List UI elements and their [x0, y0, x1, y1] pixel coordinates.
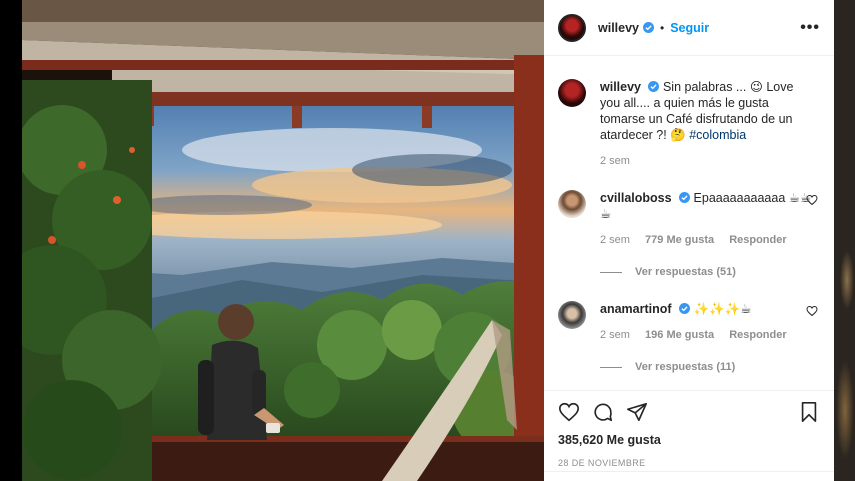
comment-username[interactable]: cvillaloboss — [600, 191, 672, 205]
comment-item: cvillaloboss Epaaaaaaaaaaa ☕☕☕ 2 sem 779… — [558, 190, 820, 278]
comment-time[interactable]: 2 sem — [600, 234, 630, 246]
avatar[interactable] — [558, 13, 586, 42]
post-panel: willevy • Seguir ••• willevy Sin palabra… — [544, 0, 834, 481]
caption-text: willevy Sin palabras ... 😉 Love you all.… — [600, 79, 814, 143]
comment-icon[interactable] — [592, 401, 614, 423]
heart-icon[interactable] — [806, 305, 818, 317]
comment-likes[interactable]: 779 Me gusta — [645, 234, 714, 246]
post-header: willevy • Seguir ••• — [544, 0, 834, 56]
photo-artwork — [22, 0, 544, 481]
reply-button[interactable]: Responder — [729, 234, 786, 246]
separator-dot: • — [660, 20, 665, 35]
comment-time[interactable]: 2 sem — [600, 329, 630, 341]
comment-text: cvillaloboss Epaaaaaaaaaaa ☕☕☕ — [600, 190, 814, 222]
avatar[interactable] — [558, 79, 586, 107]
post-username[interactable]: willevy — [598, 21, 639, 35]
heart-icon[interactable] — [558, 401, 580, 423]
comment-item: anamartinof ✨✨✨☕ 2 sem 196 Me gusta Resp… — [558, 301, 820, 373]
comment-meta: 2 sem 196 Me gusta Responder — [600, 329, 814, 341]
divider — [600, 366, 622, 368]
verified-icon — [643, 22, 654, 33]
view-replies-label: Ver respuestas (11) — [635, 361, 736, 373]
left-bar — [0, 0, 22, 481]
add-comment-area — [544, 471, 834, 481]
more-icon[interactable]: ••• — [800, 19, 820, 37]
hashtag-link[interactable]: #colombia — [689, 128, 746, 142]
likes-count[interactable]: 385,620 Me gusta — [558, 433, 820, 447]
view-replies-button[interactable]: Ver respuestas (51) — [600, 266, 814, 278]
verified-icon — [679, 303, 691, 314]
post-footer: 385,620 Me gusta 28 DE NOVIEMBRE — [544, 390, 834, 481]
heart-icon[interactable] — [806, 194, 818, 206]
divider — [600, 271, 622, 273]
background-edge — [834, 0, 855, 481]
comment-likes[interactable]: 196 Me gusta — [645, 329, 714, 341]
verified-icon — [679, 192, 691, 203]
comment-text: anamartinof ✨✨✨☕ — [600, 301, 814, 317]
post-date[interactable]: 28 DE NOVIEMBRE — [558, 458, 820, 468]
verified-icon — [648, 81, 660, 92]
post-photo[interactable] — [22, 0, 544, 481]
action-bar — [558, 391, 820, 433]
view-replies-label: Ver respuestas (51) — [635, 266, 736, 278]
comment-meta: 2 sem 779 Me gusta Responder — [600, 234, 814, 246]
view-replies-button[interactable]: Ver respuestas (11) — [600, 361, 814, 373]
avatar[interactable] — [558, 190, 586, 218]
follow-button[interactable]: Seguir — [670, 21, 709, 35]
caption-username[interactable]: willevy — [600, 80, 641, 94]
share-icon[interactable] — [626, 401, 648, 423]
reply-button[interactable]: Responder — [729, 329, 786, 341]
caption-meta: 2 sem — [600, 155, 814, 167]
bookmark-icon[interactable] — [798, 401, 820, 423]
caption: willevy Sin palabras ... 😉 Love you all.… — [558, 79, 820, 167]
comments-list[interactable]: willevy Sin palabras ... 😉 Love you all.… — [544, 56, 834, 390]
caption-time[interactable]: 2 sem — [600, 155, 630, 167]
comment-username[interactable]: anamartinof — [600, 302, 672, 316]
comment-body: ✨✨✨☕ — [693, 302, 752, 316]
avatar[interactable] — [558, 301, 586, 329]
